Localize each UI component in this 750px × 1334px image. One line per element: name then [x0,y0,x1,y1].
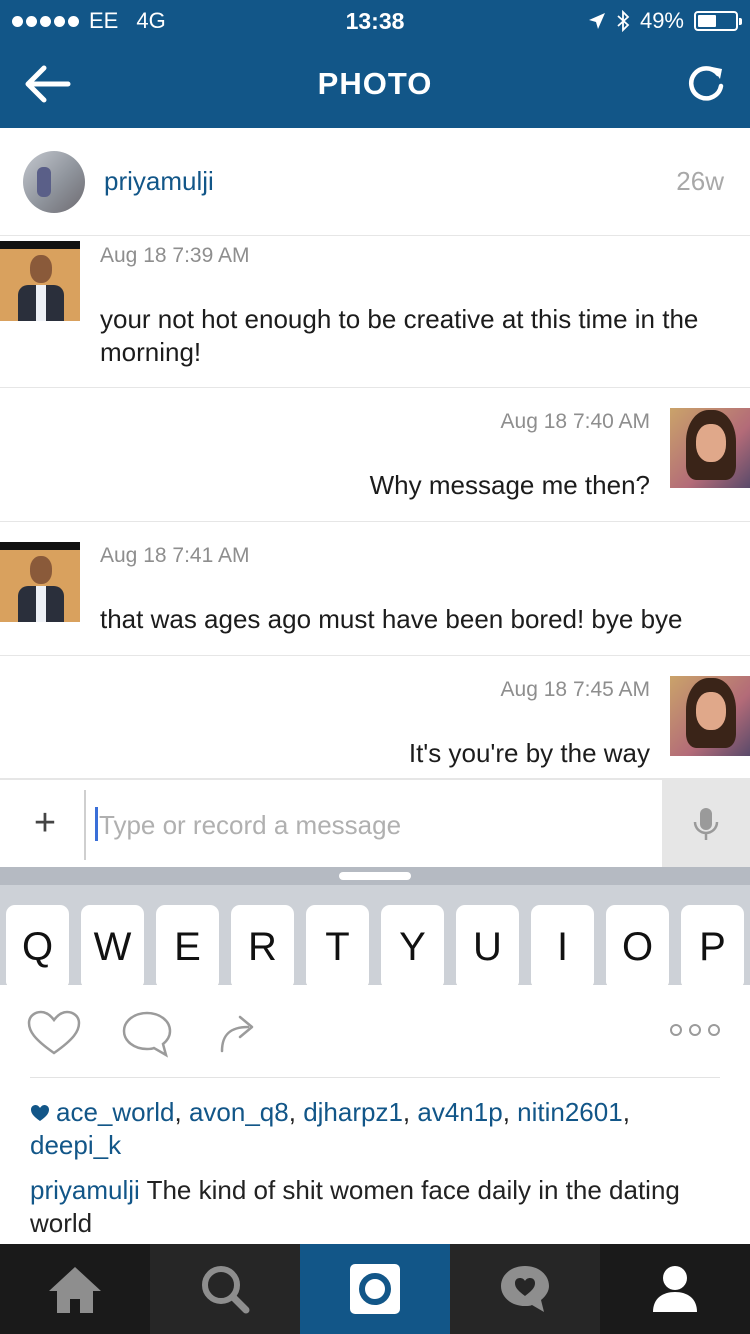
message-input[interactable] [99,790,659,860]
tab-activity[interactable] [450,1244,600,1334]
sender-avatar [0,542,80,622]
keyboard: Q W E R T Y U I O P [0,867,750,985]
share-arrow-icon[interactable] [214,1009,262,1055]
key-w[interactable]: W [81,905,144,985]
caption-username[interactable]: priyamulji [30,1175,140,1205]
refresh-icon[interactable] [684,62,728,106]
liker-link[interactable]: avon_q8 [189,1097,289,1127]
recipient-avatar [670,676,750,756]
message-item: Aug 18 7:39 AM your not hot enough to be… [0,236,750,388]
liker-link[interactable]: ace_world [56,1097,175,1127]
recipient-avatar [670,408,750,488]
key-e[interactable]: E [156,905,219,985]
post-age: 26w [676,166,724,196]
message-time: Aug 18 7:45 AM [500,678,650,701]
liker-link[interactable]: av4n1p [417,1097,502,1127]
message-time: Aug 18 7:41 AM [100,544,250,567]
tab-profile[interactable] [600,1244,750,1334]
more-options-icon[interactable] [668,1023,722,1037]
battery-icon [694,11,742,31]
key-y[interactable]: Y [381,905,444,985]
liker-link[interactable]: djharpz1 [303,1097,403,1127]
search-icon [202,1266,250,1314]
message-composer: + [0,779,750,868]
battery-percentage: 49% [639,8,684,33]
message-text: Why message me then? [369,470,650,500]
tab-camera[interactable] [300,1244,450,1334]
liker-link[interactable]: deepi_k [30,1130,121,1160]
key-o[interactable]: O [606,905,669,985]
like-heart-icon[interactable] [26,1009,82,1057]
camera-icon [350,1264,400,1314]
tab-explore[interactable] [150,1244,300,1334]
likes-list: ace_world, avon_q8, djharpz1, av4n1p, ni… [30,1097,630,1160]
message-text: your not hot enough to be creative at th… [100,304,699,367]
text-cursor [95,807,98,841]
microphone-icon [693,808,719,840]
message-time: Aug 18 7:40 AM [500,410,650,433]
post-header: priyamulji 26w [0,128,750,236]
navigation-bar: PHOTO [0,40,750,128]
status-bar: EE 4G 13:38 49% [0,0,750,40]
profile-icon [653,1266,697,1312]
key-u[interactable]: U [456,905,519,985]
post-actions [0,985,750,1077]
message-time: Aug 18 7:39 AM [100,244,250,267]
home-icon [49,1267,101,1313]
key-i[interactable]: I [531,905,594,985]
key-p[interactable]: P [681,905,744,985]
message-item: Aug 18 7:45 AM It's you're by the way [0,656,750,779]
message-item: Aug 18 7:41 AM that was ages ago must ha… [0,522,750,656]
key-t[interactable]: T [306,905,369,985]
key-r[interactable]: R [231,905,294,985]
likes-heart-icon [31,1105,49,1121]
activity-icon [501,1266,549,1312]
message-text: It's you're by the way [408,738,650,768]
add-attachment-button[interactable]: + [28,802,62,845]
bluetooth-icon [617,10,630,32]
liker-link[interactable]: nitin2601 [517,1097,623,1127]
page-title: PHOTO [317,66,433,101]
record-button[interactable] [662,780,750,868]
avatar[interactable] [23,151,85,213]
key-q[interactable]: Q [6,905,69,985]
divider [30,1077,720,1078]
comment-icon[interactable] [120,1009,174,1059]
keyboard-handle[interactable] [339,872,411,880]
message-text: that was ages ago must have been bored! … [100,604,683,634]
message-item: Aug 18 7:40 AM Why message me then? [0,388,750,522]
post-caption: priyamulji The kind of shit women face d… [30,1174,720,1240]
composer-divider [84,790,86,860]
post-username[interactable]: priyamulji [104,166,214,197]
sender-avatar [0,241,80,321]
tab-home[interactable] [0,1244,150,1334]
tab-bar [0,1244,750,1334]
location-arrow-icon [588,13,605,29]
